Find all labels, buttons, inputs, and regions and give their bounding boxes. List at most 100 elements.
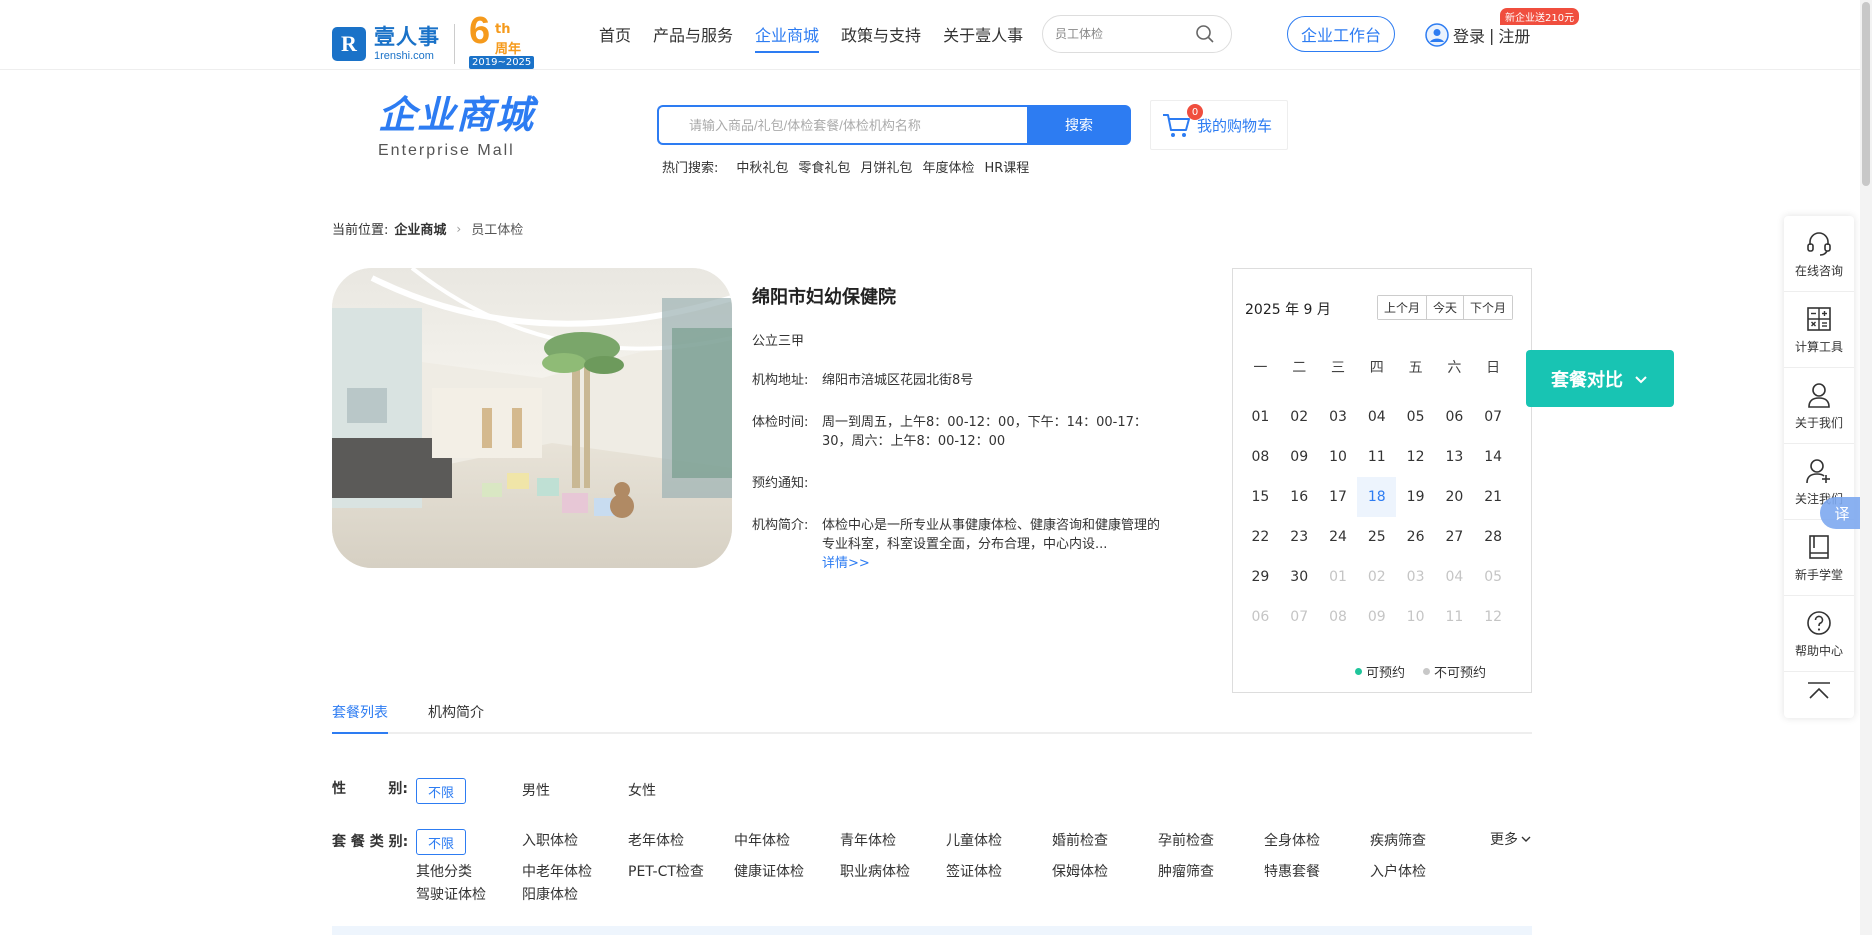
category-option[interactable]: 健康证体检 — [734, 861, 804, 881]
detail-link[interactable]: 详情>> — [822, 556, 870, 571]
calendar-day[interactable]: 28 — [1474, 517, 1513, 557]
calendar-day[interactable]: 22 — [1241, 517, 1280, 557]
calendar-day[interactable]: 09 — [1280, 437, 1319, 477]
calendar-day[interactable]: 07 — [1474, 397, 1513, 437]
nav-about[interactable]: 关于壹人事 — [943, 22, 1023, 53]
nav-mall[interactable]: 企业商城 — [755, 22, 820, 53]
calendar-day[interactable]: 14 — [1474, 437, 1513, 477]
calendar-day[interactable]: 17 — [1319, 477, 1358, 517]
back-to-top-button[interactable] — [1784, 672, 1854, 714]
calendar-day[interactable]: 15 — [1241, 477, 1280, 517]
calendar-day[interactable]: 01 — [1241, 397, 1280, 437]
category-option[interactable]: 老年体检 — [628, 830, 684, 850]
hot-search-item[interactable]: HR课程 — [984, 157, 1029, 176]
site-logo[interactable]: R 壹人事 1renshi.com 6 th 周年 2019~2025 — [332, 12, 535, 72]
calendar-day[interactable]: 06 — [1435, 397, 1474, 437]
category-option[interactable]: 全身体检 — [1264, 830, 1320, 850]
tool-calculator[interactable]: 计算工具 — [1784, 292, 1854, 368]
calendar-day[interactable]: 13 — [1435, 437, 1474, 477]
category-option[interactable]: 入户体检 — [1370, 861, 1426, 881]
legend-unavailable: 不可预约 — [1423, 662, 1486, 681]
category-option[interactable]: 孕前检查 — [1158, 830, 1214, 850]
tool-help-center[interactable]: 帮助中心 — [1784, 596, 1854, 672]
person-add-icon — [1806, 458, 1830, 483]
hot-search-item[interactable]: 年度体检 — [922, 157, 974, 176]
calendar-day[interactable]: 26 — [1396, 517, 1435, 557]
hot-search-item[interactable]: 中秋礼包 — [736, 157, 788, 176]
calendar-day[interactable]: 23 — [1280, 517, 1319, 557]
translate-button[interactable]: 译 — [1820, 497, 1864, 529]
register-link[interactable]: 注册 — [1498, 23, 1530, 47]
calendar-day[interactable]: 11 — [1357, 437, 1396, 477]
calendar-day[interactable]: 03 — [1319, 397, 1358, 437]
category-option[interactable]: 婚前检查 — [1052, 830, 1108, 850]
calendar-day[interactable]: 30 — [1280, 557, 1319, 597]
tab-package-list[interactable]: 套餐列表 — [332, 702, 388, 734]
person-icon — [1808, 382, 1830, 408]
nav-products[interactable]: 产品与服务 — [653, 22, 733, 53]
shopping-cart-button[interactable]: 0 我的购物车 — [1150, 100, 1288, 150]
category-option[interactable]: 青年体检 — [840, 830, 896, 850]
category-option[interactable]: 阳康体检 — [522, 884, 578, 904]
calendar-day[interactable]: 05 — [1396, 397, 1435, 437]
calendar-day[interactable]: 19 — [1396, 477, 1435, 517]
category-option[interactable]: 其他分类 — [416, 861, 472, 881]
category-option[interactable]: 签证体检 — [946, 861, 1002, 881]
gender-option[interactable]: 男性 — [522, 780, 550, 800]
package-compare-button[interactable]: 套餐对比 — [1526, 350, 1674, 407]
login-area: 登录 | 注册 — [1425, 23, 1530, 47]
category-option[interactable]: 驾驶证体检 — [416, 884, 486, 904]
tool-beginner-school[interactable]: 新手学堂 — [1784, 520, 1854, 596]
calendar-day[interactable]: 10 — [1319, 437, 1358, 477]
hot-search-item[interactable]: 月饼礼包 — [860, 157, 912, 176]
category-option[interactable]: 疾病筛查 — [1370, 830, 1426, 850]
calendar-day[interactable]: 02 — [1280, 397, 1319, 437]
back-to-top-icon — [1808, 681, 1830, 699]
breadcrumb-mall[interactable]: 企业商城 — [394, 219, 446, 238]
prev-month-button[interactable]: 上个月 — [1378, 296, 1428, 319]
mall-search-input[interactable] — [657, 105, 1027, 145]
tool-online-consult[interactable]: 在线咨询 — [1784, 216, 1854, 292]
category-option-any[interactable]: 不限 — [416, 829, 466, 855]
hot-search-item[interactable]: 零食礼包 — [798, 157, 850, 176]
calendar-day[interactable]: 04 — [1357, 397, 1396, 437]
anniversary-text: 周年 — [495, 42, 522, 57]
category-option[interactable]: 入职体检 — [522, 830, 578, 850]
nav-home[interactable]: 首页 — [599, 22, 631, 53]
login-link[interactable]: 登录 — [1453, 23, 1485, 47]
next-month-button[interactable]: 下个月 — [1464, 296, 1513, 319]
category-option[interactable]: 儿童体检 — [946, 830, 1002, 850]
nav-search-input[interactable] — [1055, 27, 1195, 41]
gender-option-any[interactable]: 不限 — [416, 778, 466, 804]
nav-policy[interactable]: 政策与支持 — [841, 22, 921, 53]
today-button[interactable]: 今天 — [1427, 296, 1465, 319]
calendar-grid: 一二三四五六日 01 02 03 04 05 06 07 08 09 10 11 12 13 14 15 16 1… — [1241, 357, 1513, 637]
calendar-day[interactable]: 29 — [1241, 557, 1280, 597]
more-categories-button[interactable]: 更多 — [1490, 829, 1532, 849]
calendar-day[interactable]: 12 — [1396, 437, 1435, 477]
calendar-day[interactable]: 25 — [1357, 517, 1396, 557]
tab-institution-intro[interactable]: 机构简介 — [428, 702, 484, 732]
calendar-day[interactable]: 08 — [1241, 437, 1280, 477]
category-option[interactable]: PET-CT检查 — [628, 861, 704, 881]
calendar-day[interactable]: 21 — [1474, 477, 1513, 517]
calendar-day[interactable]: 20 — [1435, 477, 1474, 517]
workbench-button[interactable]: 企业工作台 — [1287, 16, 1395, 52]
category-option[interactable]: 特惠套餐 — [1264, 861, 1320, 881]
calendar-day[interactable]: 16 — [1280, 477, 1319, 517]
calendar-day[interactable]: 27 — [1435, 517, 1474, 557]
search-icon[interactable] — [1195, 24, 1215, 44]
scrollbar-thumb[interactable] — [1862, 2, 1870, 186]
category-option[interactable]: 职业病体检 — [840, 861, 910, 881]
gender-option[interactable]: 女性 — [628, 780, 656, 800]
calendar-day[interactable]: 24 — [1319, 517, 1358, 557]
calendar-day-today[interactable]: 18 — [1357, 477, 1397, 517]
category-option[interactable]: 中年体检 — [734, 830, 790, 850]
category-option[interactable]: 保姆体检 — [1052, 861, 1108, 881]
mall-search-button[interactable]: 搜索 — [1027, 105, 1131, 145]
category-option[interactable]: 肿瘤筛查 — [1158, 861, 1214, 881]
promo-badge[interactable]: 新企业送210元 — [1500, 8, 1580, 25]
category-option[interactable]: 中老年体检 — [522, 861, 592, 881]
tool-about-us[interactable]: 关于我们 — [1784, 368, 1854, 444]
available-dot-icon — [1355, 668, 1362, 675]
